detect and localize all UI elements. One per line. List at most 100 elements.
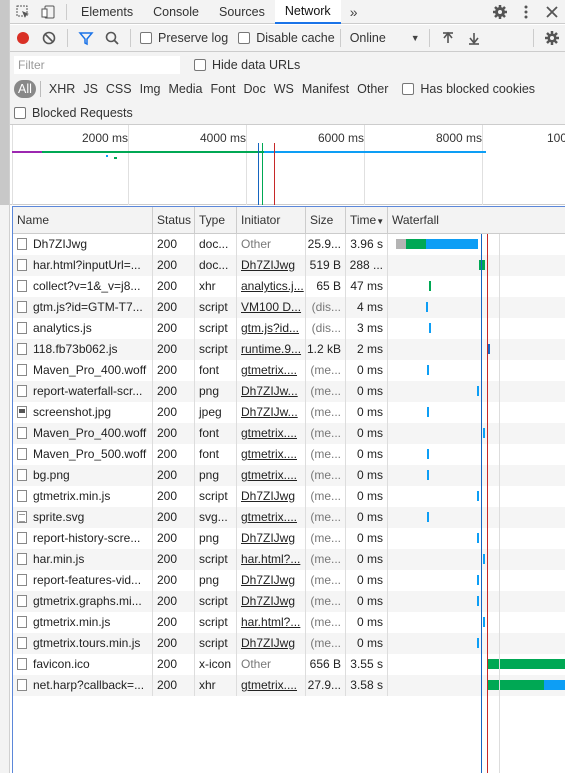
timeline-overview[interactable]: 2000 ms 4000 ms 6000 ms 8000 ms 100	[10, 125, 565, 205]
checkbox-box[interactable]	[402, 83, 415, 95]
table-row[interactable]: analytics.js 200 script gtm.js?id... (dis...…	[13, 318, 565, 339]
tab-console[interactable]: Console	[143, 0, 209, 24]
cell-initiator[interactable]: gtmetrix....	[237, 507, 306, 528]
table-row[interactable]: report-history-scre... 200 png Dh7ZIJwg (me.…	[13, 528, 565, 549]
column-header-type[interactable]: Type	[195, 207, 237, 234]
type-filter-other[interactable]: Other	[353, 80, 392, 98]
table-row[interactable]: collect?v=1&_v=j8... 200 xhr analytics.j...…	[13, 276, 565, 297]
table-row[interactable]: 118.fb73b062.js 200 script runtime.9... 1.2 …	[13, 339, 565, 360]
table-row[interactable]: gtmetrix.min.js 200 script har.html?... (me.…	[13, 612, 565, 633]
table-row[interactable]: sprite.svg 200 svg... gtmetrix.... (me... 0 m…	[13, 507, 565, 528]
more-options-icon[interactable]	[513, 0, 539, 24]
export-har-icon[interactable]	[461, 26, 487, 50]
cell-initiator[interactable]: gtmetrix....	[237, 675, 306, 696]
search-icon[interactable]	[99, 26, 125, 50]
filter-input[interactable]: Filter	[14, 55, 180, 74]
checkbox-box[interactable]	[194, 58, 206, 71]
cell-initiator[interactable]: Dh7ZIJwg	[237, 528, 306, 549]
settings-gear-icon[interactable]	[487, 0, 513, 24]
clear-icon[interactable]	[36, 26, 62, 50]
cell-waterfall	[388, 402, 565, 423]
cell-initiator[interactable]: har.html?...	[237, 612, 306, 633]
tab-elements[interactable]: Elements	[71, 0, 143, 24]
cell-initiator[interactable]: gtmetrix....	[237, 360, 306, 381]
cell-initiator[interactable]: gtmetrix....	[237, 423, 306, 444]
table-row[interactable]: gtmetrix.graphs.mi... 200 script Dh7ZIJwg (m…	[13, 591, 565, 612]
type-filter-doc[interactable]: Doc	[240, 80, 270, 98]
separator	[428, 29, 430, 47]
table-row[interactable]: har.min.js 200 script har.html?... (me... 0 m…	[13, 549, 565, 570]
hide-data-urls-checkbox[interactable]: Hide data URLs	[194, 58, 300, 72]
scrollbar-thumb[interactable]	[0, 0, 9, 205]
blocked-requests-checkbox[interactable]: Blocked Requests	[14, 106, 133, 120]
cell-initiator[interactable]: Dh7ZIJwg	[237, 591, 306, 612]
table-row[interactable]: Maven_Pro_500.woff 200 font gtmetrix.... (me…	[13, 444, 565, 465]
inspect-element-icon[interactable]	[10, 0, 36, 24]
preserve-log-checkbox[interactable]: Preserve log	[140, 31, 228, 45]
filter-icon[interactable]	[73, 26, 99, 50]
table-row[interactable]: bg.png 200 png gtmetrix.... (me... 0 ms	[13, 465, 565, 486]
cell-time: 0 ms	[346, 612, 388, 633]
scrollbar[interactable]	[0, 0, 10, 773]
cell-initiator[interactable]: har.html?...	[237, 549, 306, 570]
table-row[interactable]: Maven_Pro_400.woff 200 font gtmetrix.... (me…	[13, 423, 565, 444]
column-header-name[interactable]: Name	[13, 207, 153, 234]
network-settings-gear-icon[interactable]	[539, 26, 565, 50]
column-header-size[interactable]: Size	[306, 207, 346, 234]
cell-initiator[interactable]: gtm.js?id...	[237, 318, 306, 339]
type-filter-ws[interactable]: WS	[270, 80, 298, 98]
request-name: collect?v=1&_v=j8...	[33, 279, 141, 293]
column-header-initiator[interactable]: Initiator	[237, 207, 306, 234]
cell-type: script	[195, 297, 237, 318]
type-filter-css[interactable]: CSS	[102, 80, 136, 98]
throttling-select[interactable]: Online ▼	[346, 31, 424, 45]
import-har-icon[interactable]	[435, 26, 461, 50]
cell-initiator[interactable]: VM100 D...	[237, 297, 306, 318]
cell-initiator[interactable]: runtime.9...	[237, 339, 306, 360]
cell-initiator[interactable]: gtmetrix....	[237, 444, 306, 465]
checkbox-box[interactable]	[14, 106, 26, 119]
tab-sources[interactable]: Sources	[209, 0, 275, 24]
column-header-time[interactable]: Time▼	[346, 207, 388, 234]
disable-cache-checkbox[interactable]: Disable cache	[238, 31, 335, 45]
tab-network[interactable]: Network	[274, 0, 341, 24]
table-row[interactable]: favicon.ico 200 x-icon Other 656 B 3.55 s	[13, 654, 565, 675]
cell-initiator[interactable]: Dh7ZIJw...	[237, 402, 306, 423]
table-row[interactable]: gtmetrix.min.js 200 script Dh7ZIJwg (me... 0 …	[13, 486, 565, 507]
column-header-status[interactable]: Status	[153, 207, 195, 234]
table-row[interactable]: report-waterfall-scr... 200 png Dh7ZIJw...(…	[13, 381, 565, 402]
type-filter-js[interactable]: JS	[79, 80, 102, 98]
checkbox-box[interactable]	[140, 32, 152, 44]
table-row[interactable]: report-features-vid... 200 png Dh7ZIJwg (me.…	[13, 570, 565, 591]
cell-initiator[interactable]: Dh7ZIJwg	[237, 486, 306, 507]
column-header-waterfall[interactable]: Waterfall	[388, 207, 565, 234]
cell-initiator[interactable]: Dh7ZIJw...	[237, 381, 306, 402]
cell-initiator[interactable]: gtmetrix....	[237, 465, 306, 486]
type-filter-media[interactable]: Media	[164, 80, 206, 98]
cell-initiator[interactable]: analytics.j...	[237, 276, 306, 297]
record-icon[interactable]	[10, 26, 36, 50]
has-blocked-cookies-checkbox[interactable]: Has blocked cookies	[402, 82, 535, 96]
table-row[interactable]: har.html?inputUrl=... 200 doc... Dh7ZIJwg 51…	[13, 255, 565, 276]
table-row[interactable]: gtm.js?id=GTM-T7... 200 script VM100 D... (d…	[13, 297, 565, 318]
cell-initiator[interactable]: Dh7ZIJwg	[237, 570, 306, 591]
table-row[interactable]: gtmetrix.tours.min.js 200 script Dh7ZIJwg (m…	[13, 633, 565, 654]
document-file-icon	[17, 553, 27, 565]
type-filter-font[interactable]: Font	[207, 80, 240, 98]
cell-time: 0 ms	[346, 465, 388, 486]
table-row[interactable]: screenshot.jpg 200 jpeg Dh7ZIJw... (me... 0 m…	[13, 402, 565, 423]
device-toolbar-icon[interactable]	[36, 0, 62, 24]
type-filter-all[interactable]: All	[14, 80, 36, 98]
type-filter-img[interactable]: Img	[136, 80, 165, 98]
cell-initiator[interactable]: Dh7ZIJwg	[237, 633, 306, 654]
table-row[interactable]: net.harp?callback=... 200 xhr gtmetrix.... 2…	[13, 675, 565, 696]
table-row[interactable]: Maven_Pro_400.woff 200 font gtmetrix.... (me…	[13, 360, 565, 381]
table-row[interactable]: Dh7ZIJwg 200 doc... Other 25.9... 3.96 s	[13, 234, 565, 255]
overview-bar	[12, 151, 42, 153]
checkbox-box[interactable]	[238, 32, 251, 44]
cell-initiator[interactable]: Dh7ZIJwg	[237, 255, 306, 276]
more-tabs-icon[interactable]: »	[341, 0, 367, 24]
type-filter-xhr[interactable]: XHR	[45, 80, 79, 98]
type-filter-manifest[interactable]: Manifest	[298, 80, 353, 98]
close-icon[interactable]	[539, 0, 565, 24]
